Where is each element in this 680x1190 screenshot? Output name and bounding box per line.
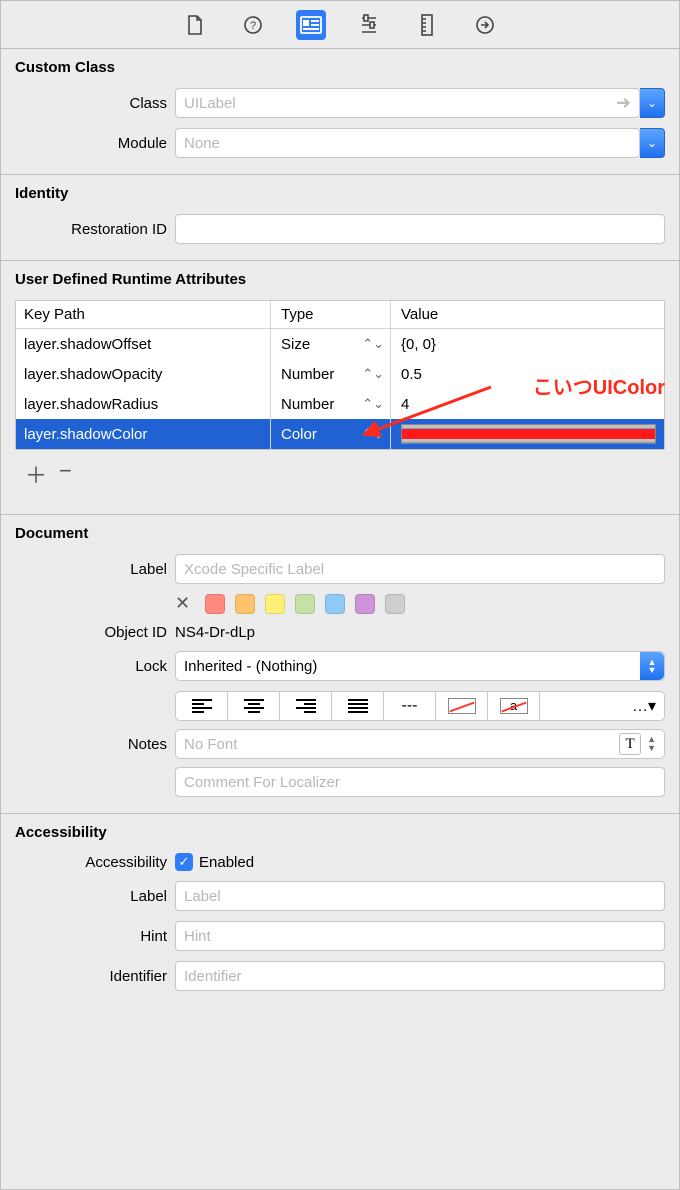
udra-keypath[interactable]: layer.shadowOffset	[16, 329, 271, 359]
restoration-id-label: Restoration ID	[15, 221, 175, 238]
swatch-blue[interactable]	[325, 594, 345, 614]
help-icon: ?	[243, 15, 263, 35]
lock-label: Lock	[15, 658, 175, 675]
section-title: Document	[15, 525, 665, 542]
no-color-button[interactable]	[436, 692, 488, 720]
stepper-icon[interactable]: ⌃⌄	[362, 366, 390, 382]
doc-label-label: Label	[15, 561, 175, 578]
section-title: Custom Class	[15, 59, 665, 76]
udra-row[interactable]: layer.shadowOffset Size⌃⌄ {0, 0}	[16, 329, 664, 359]
udra-value-color[interactable]	[391, 424, 664, 444]
enabled-text: Enabled	[199, 854, 254, 871]
udra-type[interactable]: Number⌃⌄	[271, 359, 391, 389]
accessibility-enabled-checkbox[interactable]: ✓	[175, 853, 193, 871]
svg-text:?: ?	[250, 20, 256, 32]
col-type[interactable]: Type	[271, 301, 391, 328]
ax-identifier-field[interactable]	[175, 961, 665, 991]
udra-type[interactable]: Size⌃⌄	[271, 329, 391, 359]
lock-value: Inherited - (Nothing)	[184, 658, 317, 675]
udra-keypath[interactable]: layer.shadowOpacity	[16, 359, 271, 389]
color-well[interactable]	[401, 424, 656, 444]
swatch-green[interactable]	[295, 594, 315, 614]
align-justify-button[interactable]	[332, 692, 384, 720]
udra-row-selected[interactable]: layer.shadowColor Color⌃⌄	[16, 419, 664, 449]
swatch-none[interactable]: ✕	[175, 594, 195, 614]
chevron-updown-icon: ▲▼	[640, 652, 664, 680]
accessibility-label: Accessibility	[15, 854, 175, 871]
udra-keypath[interactable]: layer.shadowRadius	[16, 389, 271, 419]
ruler-icon	[420, 14, 434, 36]
section-title: User Defined Runtime Attributes	[15, 271, 665, 288]
label-color-swatches: ✕	[175, 594, 665, 614]
file-inspector-tab[interactable]	[180, 10, 210, 40]
restoration-id-field[interactable]	[175, 214, 665, 244]
ax-hint-label: Hint	[15, 928, 175, 945]
udra-type[interactable]: Number⌃⌄	[271, 389, 391, 419]
objectid-value: NS4-Dr-dLp	[175, 624, 665, 641]
notes-label: Notes	[15, 736, 175, 753]
document-icon	[186, 15, 204, 35]
stepper-icon[interactable]: ⌃⌄	[362, 336, 390, 352]
separator-button[interactable]: ---	[384, 692, 436, 720]
size-inspector-tab[interactable]	[412, 10, 442, 40]
module-field[interactable]	[175, 128, 640, 158]
help-inspector-tab[interactable]: ?	[238, 10, 268, 40]
localizer-comment-field[interactable]	[175, 767, 665, 797]
section-title: Accessibility	[15, 824, 665, 841]
module-label: Module	[15, 135, 175, 152]
section-custom-class: Custom Class Class ➜ ⌄ Module ⌄	[1, 49, 679, 175]
inspector-tab-bar: ?	[1, 1, 679, 49]
connections-inspector-tab[interactable]	[470, 10, 500, 40]
annotation-text: こいつUIColor	[533, 371, 665, 400]
more-notes-button[interactable]: …▾	[540, 692, 664, 720]
class-label: Class	[15, 95, 175, 112]
swatch-red[interactable]	[205, 594, 225, 614]
id-card-icon	[300, 16, 322, 34]
remove-attribute-button[interactable]: −	[59, 458, 72, 490]
font-picker-button[interactable]: T	[619, 733, 641, 755]
section-title: Identity	[15, 185, 665, 202]
ax-hint-field[interactable]	[175, 921, 665, 951]
doc-label-field[interactable]	[175, 554, 665, 584]
section-udra: User Defined Runtime Attributes Key Path…	[1, 261, 679, 515]
identity-inspector-tab[interactable]	[296, 10, 326, 40]
swatch-orange[interactable]	[235, 594, 255, 614]
nofont-text: No Font	[184, 736, 237, 753]
align-right-button[interactable]	[280, 692, 332, 720]
align-center-button[interactable]	[228, 692, 280, 720]
section-identity: Identity Restoration ID	[1, 175, 679, 261]
text-color-button[interactable]	[488, 692, 540, 720]
section-document: Document Label ✕ Object ID NS4-Dr-dLp Lo…	[1, 515, 679, 814]
font-stepper[interactable]: ▲▼	[647, 735, 656, 753]
udra-keypath[interactable]: layer.shadowColor	[16, 419, 271, 449]
udra-type[interactable]: Color⌃⌄	[271, 419, 391, 449]
swatch-purple[interactable]	[355, 594, 375, 614]
col-value[interactable]: Value	[391, 306, 664, 323]
class-dropdown-button[interactable]: ⌄	[640, 88, 665, 118]
section-accessibility: Accessibility Accessibility ✓ Enabled La…	[1, 814, 679, 1007]
notes-toolbar: --- …▾	[175, 691, 665, 721]
col-keypath[interactable]: Key Path	[16, 301, 271, 328]
arrow-circle-icon	[475, 15, 495, 35]
module-dropdown-button[interactable]: ⌄	[640, 128, 665, 158]
objectid-label: Object ID	[15, 624, 175, 641]
align-left-button[interactable]	[176, 692, 228, 720]
slider-icon	[360, 14, 378, 36]
attributes-inspector-tab[interactable]	[354, 10, 384, 40]
class-field[interactable]	[175, 88, 640, 118]
ax-identifier-label: Identifier	[15, 968, 175, 985]
ax-label-field[interactable]	[175, 881, 665, 911]
stepper-icon[interactable]: ⌃⌄	[362, 396, 390, 412]
udra-value[interactable]: {0, 0}	[391, 336, 664, 353]
stepper-icon[interactable]: ⌃⌄	[362, 426, 390, 442]
ax-label-label: Label	[15, 888, 175, 905]
goto-class-icon[interactable]: ➜	[616, 93, 631, 114]
udra-header: Key Path Type Value	[16, 301, 664, 329]
notes-font-row: No Font T ▲▼	[175, 729, 665, 759]
lock-select[interactable]: Inherited - (Nothing) ▲▼	[175, 651, 665, 681]
swatch-gray[interactable]	[385, 594, 405, 614]
add-attribute-button[interactable]: ＋	[25, 458, 47, 490]
swatch-yellow[interactable]	[265, 594, 285, 614]
